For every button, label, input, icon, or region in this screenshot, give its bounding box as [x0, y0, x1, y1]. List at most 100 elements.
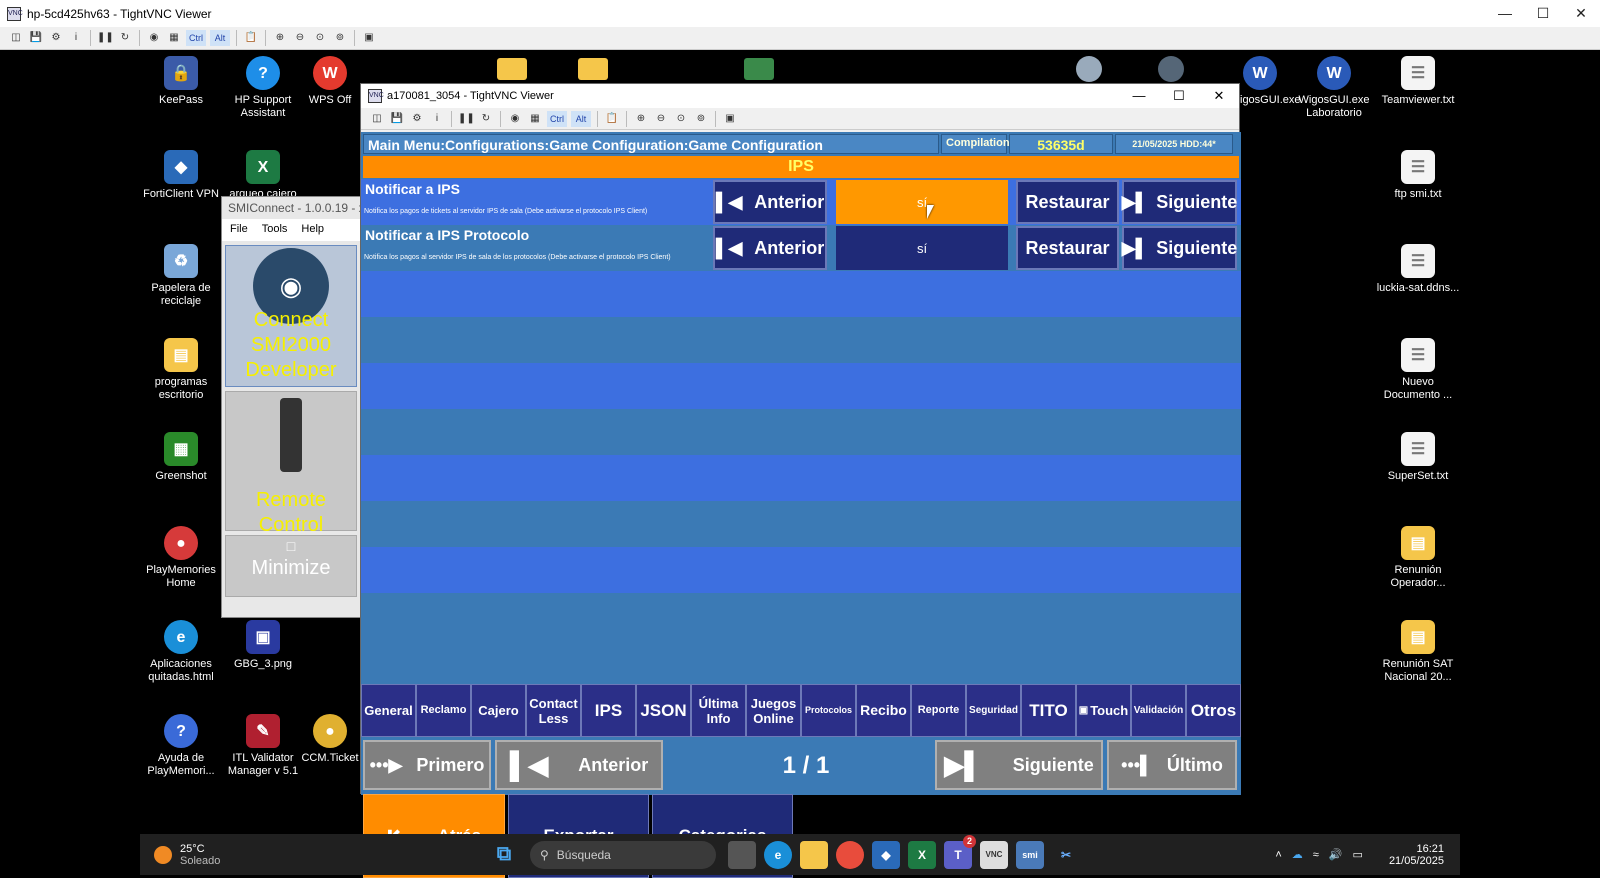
prev-page-button[interactable]: ▌◀ Anterior — [495, 740, 663, 790]
folder-icon[interactable] — [497, 58, 527, 80]
alt-button[interactable]: Alt — [571, 110, 591, 127]
menu-file[interactable]: File — [230, 223, 248, 237]
desktop-icon-renunion-op[interactable]: ▤ Renunión Operador... — [1375, 526, 1461, 590]
tightvnc-taskbar-icon[interactable]: VNC — [980, 840, 1008, 869]
new-connection-icon[interactable]: ◫ — [8, 30, 24, 46]
tab-reporte[interactable]: Reporte — [911, 684, 966, 737]
clock[interactable]: 16:21 21/05/2025 — [1389, 843, 1444, 867]
desktop-icon-itl[interactable]: ✎ ITL Validator Manager v 5.1 — [220, 714, 306, 778]
desktop-icon-wigos-lab[interactable]: W WigosGUI.exe Laboratorio — [1291, 56, 1377, 120]
snipping-tool-icon[interactable]: ✂ — [1052, 841, 1080, 869]
network-icon[interactable] — [744, 58, 774, 80]
new-connection-icon[interactable]: ◫ — [369, 111, 385, 127]
tab-seguridad[interactable]: Seguridad — [966, 684, 1021, 737]
ctrl-button[interactable]: Ctrl — [547, 110, 567, 127]
connect-panel[interactable]: ◉ Connect SMI2000 Developer — [225, 245, 357, 387]
fullscreen-icon[interactable]: ▣ — [722, 111, 738, 127]
tab-ultima-info[interactable]: Última Info — [691, 684, 746, 737]
desktop-icon-greenshot[interactable]: ▦ Greenshot — [138, 432, 224, 483]
alt-button[interactable]: Alt — [210, 30, 230, 46]
tab-recibo[interactable]: Recibo — [856, 684, 911, 737]
folder-icon[interactable] — [578, 58, 608, 80]
excel-icon[interactable]: X — [908, 840, 936, 869]
next-value-button[interactable]: ▶▌ Siguiente — [1122, 180, 1237, 224]
zoom-fit-icon[interactable]: ⊚ — [332, 30, 348, 46]
wifi-icon[interactable]: ≈ — [1313, 849, 1319, 861]
weather-widget[interactable]: 25°C Soleado — [154, 843, 374, 867]
desktop-icon-programas[interactable]: ▤ programas escritorio — [138, 338, 224, 402]
pause-icon[interactable]: ❚❚ — [458, 111, 475, 127]
desktop-icon-teamviewer[interactable]: ☰ Teamviewer.txt — [1375, 56, 1461, 107]
desktop-icon-ccm[interactable]: ● CCM.Ticket — [300, 714, 360, 765]
satellite-icon[interactable] — [1158, 56, 1184, 82]
onedrive-icon[interactable]: ☁ — [1292, 848, 1303, 861]
menu-tools[interactable]: Tools — [262, 223, 288, 237]
desktop-icon-gbg[interactable]: ▣ GBG_3.png — [220, 620, 306, 671]
clipboard-icon[interactable]: 📋 — [604, 111, 620, 127]
tab-general[interactable]: General — [361, 684, 416, 737]
close-icon[interactable]: ✕ — [1562, 0, 1600, 27]
zoom-out-icon[interactable]: ⊖ — [653, 111, 669, 127]
maximize-icon[interactable]: ☐ — [1524, 0, 1562, 27]
zoom-fit-icon[interactable]: ⊚ — [693, 111, 709, 127]
tab-ips[interactable]: IPS — [581, 684, 636, 737]
close-icon[interactable]: ✕ — [1199, 84, 1239, 108]
user-icon[interactable] — [1076, 56, 1102, 82]
tab-touch[interactable]: ▣ Touch — [1076, 684, 1131, 737]
restore-button[interactable]: Restaurar — [1016, 180, 1119, 224]
desktop-icon-keepass[interactable]: 🔒 KeePass — [138, 56, 224, 107]
battery-icon[interactable]: ▭ — [1353, 848, 1363, 861]
setting-value[interactable]: sí — [836, 180, 1008, 224]
restore-button[interactable]: Restaurar — [1016, 226, 1119, 270]
chrome-icon[interactable] — [836, 840, 864, 869]
tab-json[interactable]: JSON — [636, 684, 691, 737]
zoom-in-icon[interactable]: ⊕ — [633, 111, 649, 127]
forticlient-icon[interactable]: ◆ — [872, 840, 900, 869]
desktop-icon-hp-support[interactable]: ? HP Support Assistant — [220, 56, 306, 120]
volume-icon[interactable]: 🔊 — [1329, 848, 1343, 861]
ctrl-button[interactable]: Ctrl — [186, 30, 206, 46]
refresh-icon[interactable]: ↻ — [117, 30, 133, 46]
setting-value[interactable]: sí — [836, 226, 1008, 270]
desktop-icon-wigos[interactable]: WigosGUI.exe — [1240, 56, 1301, 107]
search-box[interactable]: ⚲ Búsqueda — [530, 840, 716, 869]
zoom-100-icon[interactable]: ⊙ — [312, 30, 328, 46]
tab-contact-less[interactable]: Contact Less — [526, 684, 581, 737]
desktop-icon-renunion-sat[interactable]: ▤ Renunión SAT Nacional 20... — [1375, 620, 1461, 684]
desktop-icon-wps[interactable]: W WPS Off — [300, 56, 360, 107]
ctrl-alt-del-icon[interactable]: ◉ — [507, 111, 523, 127]
desktop-icon-forticlient[interactable]: ◆ FortiClient VPN — [138, 150, 224, 201]
task-view-icon[interactable] — [728, 840, 756, 869]
remote-control-panel[interactable]: Remote Control — [225, 391, 357, 536]
options-icon[interactable]: ⚙ — [409, 111, 425, 127]
edge-icon[interactable]: e — [764, 840, 792, 869]
desktop-icon-playmemories[interactable]: ● PlayMemories Home — [138, 526, 224, 590]
prev-value-button[interactable]: ▌◀ Anterior — [713, 180, 827, 224]
last-page-button[interactable]: •••▌ Último — [1107, 740, 1237, 790]
windows-start-icon[interactable]: ⧉ — [490, 841, 518, 869]
tab-tito[interactable]: TITO — [1021, 684, 1076, 737]
desktop-icon-arqueo[interactable]: Xarqueo cajero — [220, 150, 306, 201]
info-icon[interactable]: i — [68, 30, 84, 46]
desktop-icon-luckia[interactable]: ☰ luckia-sat.ddns... — [1375, 244, 1461, 295]
save-icon[interactable]: 💾 — [389, 111, 405, 127]
minimize-icon[interactable]: — — [1119, 84, 1159, 108]
options-icon[interactable]: ⚙ — [48, 30, 64, 46]
desktop-icon-aplicaciones[interactable]: e Aplicaciones quitadas.html — [138, 620, 224, 684]
desktop-icon-ftp[interactable]: ☰ ftp smi.txt — [1375, 150, 1461, 201]
refresh-icon[interactable]: ↻ — [478, 111, 494, 127]
minimize-panel[interactable]: □ Minimize — [225, 535, 357, 597]
teams-icon[interactable]: T2 — [944, 834, 976, 869]
first-page-button[interactable]: •••▶ Primero — [363, 740, 491, 790]
zoom-out-icon[interactable]: ⊖ — [292, 30, 308, 46]
next-value-button[interactable]: ▶▌ Siguiente — [1122, 226, 1237, 270]
desktop-icon-recycle[interactable]: ♻ Papelera de reciclaje — [138, 244, 224, 308]
desktop-icon-ayuda[interactable]: ? Ayuda de PlayMemori... — [138, 714, 224, 778]
file-explorer-icon[interactable] — [800, 840, 828, 869]
tab-otros[interactable]: Otros — [1186, 684, 1241, 737]
minimize-icon[interactable]: — — [1486, 0, 1524, 27]
info-icon[interactable]: i — [429, 111, 445, 127]
chevron-up-icon[interactable]: ˄ — [1275, 849, 1281, 861]
tab-protocolos[interactable]: Protocolos — [801, 684, 856, 737]
tab-validacion[interactable]: Validación — [1131, 684, 1186, 737]
